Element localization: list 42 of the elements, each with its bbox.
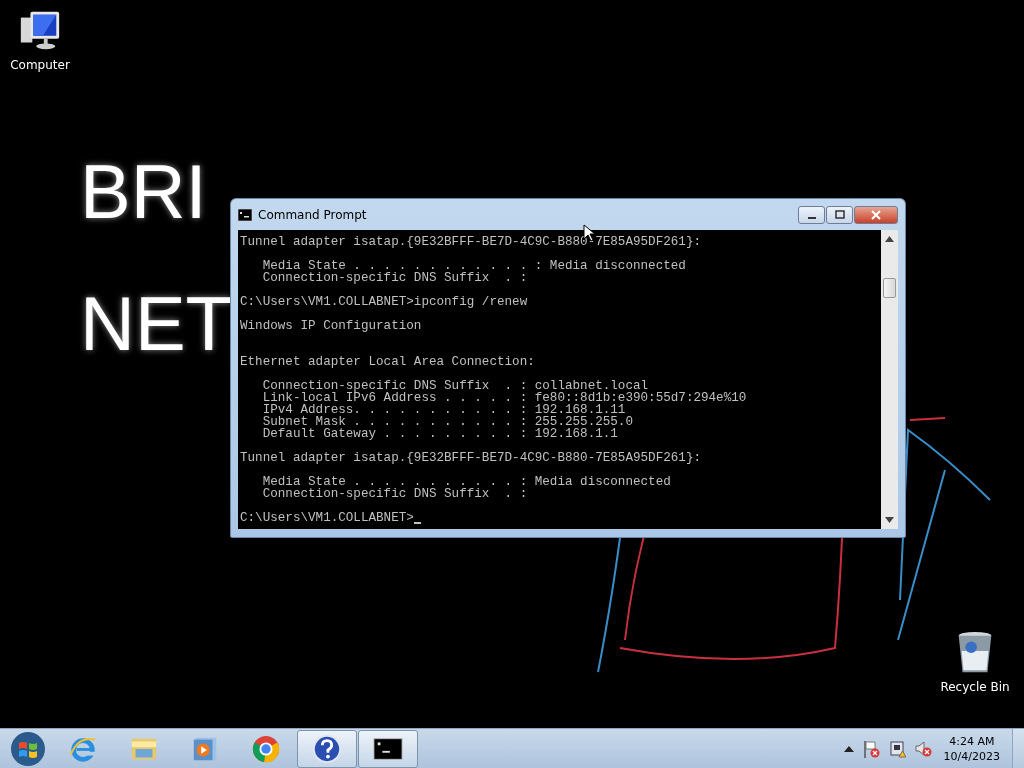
flag-icon[interactable] (861, 739, 880, 758)
console-line: Link-local IPv6 Address . . . . . : fe80::8d1b:e390:55d7:294e%10 (261, 392, 747, 404)
console-line: Default Gateway . . . . . . . . . : 192.168.1.1 (261, 428, 618, 440)
close-button[interactable] (854, 205, 898, 224)
start-orb-icon[interactable] (10, 730, 46, 767)
scrollbar-thumb[interactable] (883, 278, 896, 298)
scrollbar[interactable] (881, 230, 898, 529)
taskbar-button[interactable] (358, 729, 418, 768)
console-line: Connection-specific DNS Suffix . : collabnet.local (261, 380, 649, 392)
console-line: Ethernet adapter Local Area Connection: (240, 356, 535, 368)
wallpaper-text: BRI (80, 154, 207, 230)
network-icon[interactable] (887, 739, 906, 758)
maximize-icon (833, 209, 846, 220)
clock[interactable]: 4:24 AM 10/4/2023 (939, 733, 1004, 764)
scroll-up-icon[interactable] (885, 236, 894, 242)
maximize-button[interactable] (826, 205, 853, 224)
console-line: Media State . . . . . . . . . . . : Media disconnected (261, 476, 671, 488)
help-icon[interactable] (312, 733, 342, 764)
show-hidden-icons-icon[interactable] (843, 744, 854, 753)
taskbar-button[interactable] (297, 729, 357, 768)
console-line: Connection-specific DNS Suffix . : (261, 272, 528, 284)
console-line: Connection-specific DNS Suffix . : (261, 488, 528, 500)
console-line: IPv4 Address. . . . . . . . . . . : 192.168.1.11 (261, 404, 626, 416)
speaker-muted-icon[interactable] (913, 739, 932, 758)
console-line: Tunnel adapter isatap.{9E32BFFF-BE7D-4C9C-B880-7E85A95DF261}: (240, 236, 701, 248)
console-line: Windows IP Configuration (240, 320, 422, 332)
chrome-icon[interactable] (251, 733, 281, 764)
window-title: Command Prompt (258, 207, 368, 222)
wallpaper-text: NET (80, 286, 232, 362)
scroll-down-icon[interactable] (885, 517, 894, 523)
text-cursor (413, 522, 421, 524)
console-line: Media State . . . . . . . . . . . . : Media disconnected (261, 260, 686, 272)
console-line: Tunnel adapter isatap.{9E32BFFF-BE7D-4C9C-B880-7E85A95DF261}: (240, 452, 701, 464)
console-line: C:\Users\VM1.COLLABNET>ipconfig /renew (240, 296, 528, 308)
minimize-icon (807, 216, 816, 219)
console-line: C:\Users\VM1.COLLABNET> (240, 512, 414, 524)
terminal-icon (238, 208, 252, 221)
close-icon (870, 209, 882, 220)
desktop-icon-label[interactable]: Computer (10, 58, 70, 72)
desktop-icon-label[interactable]: Recycle Bin (940, 680, 1010, 694)
console-line: Subnet Mask . . . . . . . . . . . : 255.255.255.0 (261, 416, 633, 428)
minimize-button[interactable] (798, 205, 825, 224)
